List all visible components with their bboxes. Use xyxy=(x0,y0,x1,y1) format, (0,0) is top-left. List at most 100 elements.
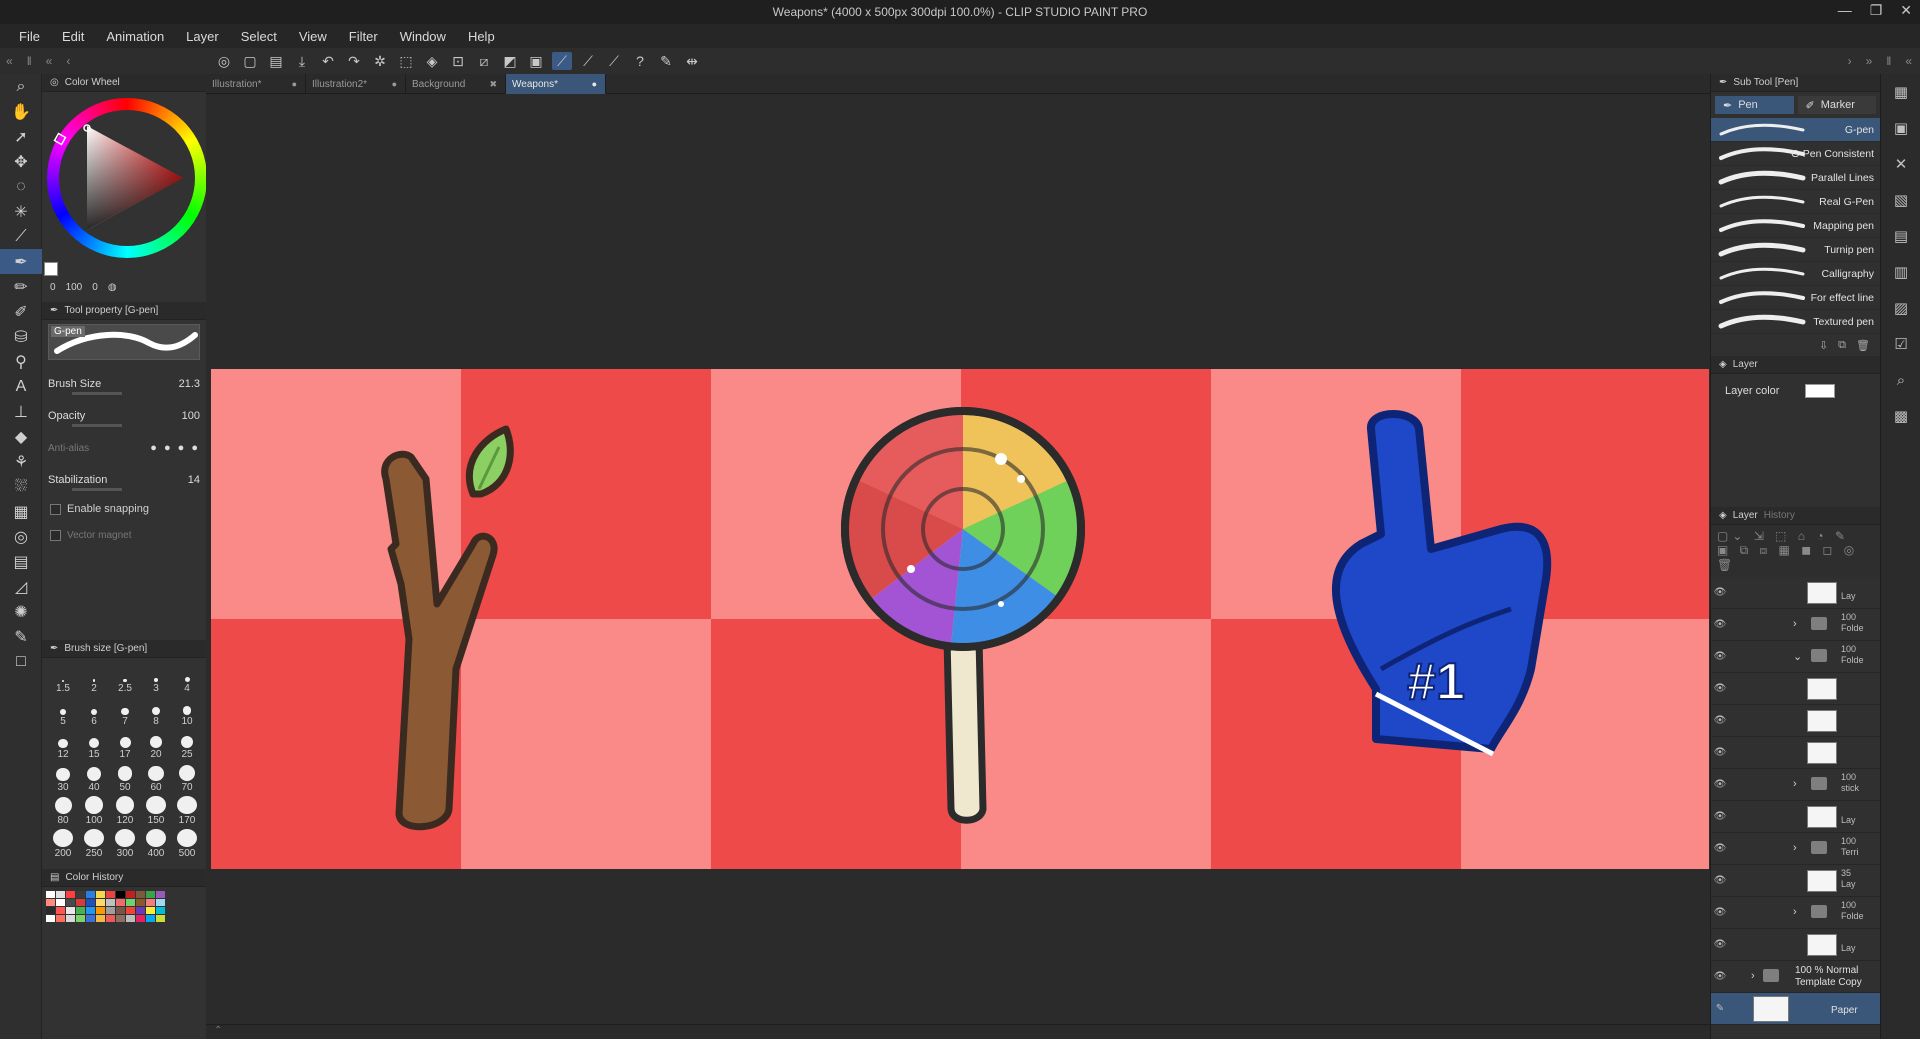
sub-tool-brush-item[interactable]: G-Pen Consistent xyxy=(1711,142,1880,166)
sub-tool-brush-item[interactable]: Mapping pen xyxy=(1711,214,1880,238)
undo-icon[interactable]: ↶ xyxy=(318,52,338,70)
main-color-swatch-icon[interactable]: □ xyxy=(0,649,42,674)
color-history-swatch[interactable] xyxy=(66,907,75,914)
color-history-swatch[interactable] xyxy=(106,907,115,914)
brush-size-preset[interactable]: 1.5 xyxy=(48,664,78,694)
layer-property-tab[interactable]: Layer xyxy=(1733,359,1758,370)
menu-filter[interactable]: Filter xyxy=(338,29,389,44)
brush-size-preset[interactable]: 4 xyxy=(172,664,202,694)
visibility-eye-icon[interactable]: 👁 xyxy=(1711,747,1729,758)
brush-size-preset[interactable]: 60 xyxy=(141,763,171,793)
pen-edit-icon[interactable]: ✎ xyxy=(1711,1003,1729,1014)
expand-folder-icon[interactable]: › xyxy=(1793,778,1797,790)
color-history-swatch[interactable] xyxy=(106,891,115,898)
layer-row[interactable]: 👁 ⌄ 100 Folde xyxy=(1711,641,1881,673)
color-history-swatch[interactable] xyxy=(96,915,105,922)
enable-snapping-checkbox[interactable] xyxy=(50,503,61,515)
color-history-swatch[interactable] xyxy=(76,915,85,922)
item-bank-icon[interactable]: ▤ xyxy=(1881,218,1920,254)
brightness-value[interactable]: 0 xyxy=(92,282,98,293)
brush-size-preset[interactable]: 12 xyxy=(48,730,78,760)
collapse-folder-icon[interactable]: ⌄ xyxy=(1793,650,1802,663)
flip-horizontal-icon[interactable]: ⇹ xyxy=(682,52,702,70)
color-history-swatch[interactable] xyxy=(116,915,125,922)
layer-row[interactable]: 👁 › 100 Folde xyxy=(1711,609,1881,641)
move-layer-tool-icon[interactable]: ✥ xyxy=(0,149,42,174)
clear-icon[interactable]: ✲ xyxy=(370,52,390,70)
redo-icon[interactable]: ↷ xyxy=(344,52,364,70)
color-history-swatch[interactable] xyxy=(146,907,155,914)
brush-size-preset[interactable]: 100 xyxy=(79,796,109,826)
help-icon[interactable]: ? xyxy=(630,52,650,70)
brush-tool-icon[interactable]: ✐ xyxy=(0,299,42,324)
brush-size-preset[interactable]: 5 xyxy=(48,697,78,727)
copy-subtool-icon[interactable]: ⧉ xyxy=(1838,339,1846,352)
visibility-eye-icon[interactable]: 👁 xyxy=(1711,907,1729,918)
paper-layer-row[interactable]: ✎ Paper xyxy=(1711,993,1881,1025)
operation-tool-icon[interactable]: ➚ xyxy=(0,124,42,149)
expand-folder-icon[interactable]: › xyxy=(1751,970,1755,982)
correct-line-tool-icon[interactable]: ✎ xyxy=(0,624,42,649)
blend-tool-icon[interactable]: ⚘ xyxy=(0,449,42,474)
collapse-left-icon[interactable]: « xyxy=(6,54,13,68)
gradient-tool-icon[interactable]: ▦ xyxy=(0,499,42,524)
visibility-eye-icon[interactable]: 👁 xyxy=(1711,843,1729,854)
quick-access-icon[interactable]: ▨ xyxy=(1881,290,1920,326)
delete-subtool-icon[interactable]: 🗑 xyxy=(1856,339,1870,352)
layer-row[interactable]: 👁 › 100 Terri xyxy=(1711,833,1881,865)
visibility-eye-icon[interactable]: 👁 xyxy=(1711,619,1729,630)
color-history-swatch[interactable] xyxy=(106,899,115,906)
color-wheel[interactable] xyxy=(47,98,207,258)
deselect-icon[interactable]: ⧄ xyxy=(474,52,494,70)
brush-size-preset[interactable]: 17 xyxy=(110,730,140,760)
collapse-right-icon[interactable]: » xyxy=(1866,54,1873,68)
color-history-swatch[interactable] xyxy=(146,915,155,922)
brush-size-preset[interactable]: 80 xyxy=(48,796,78,826)
layer-color-swatch[interactable] xyxy=(1805,384,1836,398)
navigator-icon[interactable]: ▦ xyxy=(1881,74,1920,110)
pencil-tool-icon[interactable]: ✏ xyxy=(0,274,42,299)
search-layer-icon[interactable]: ⌕ xyxy=(1881,362,1920,398)
maximize-button[interactable]: ❐ xyxy=(1870,2,1883,19)
menu-animation[interactable]: Animation xyxy=(95,29,175,44)
grid-snap-icon[interactable]: ⟋ xyxy=(604,52,624,70)
color-history-swatch[interactable] xyxy=(46,907,55,914)
decoration-tool-icon[interactable]: ⚲ xyxy=(0,349,42,374)
opacity-value[interactable]: 100 xyxy=(182,410,200,422)
color-history-swatch[interactable] xyxy=(136,891,145,898)
brush-size-preset[interactable]: 170 xyxy=(172,796,202,826)
canvas-area[interactable]: #1 xyxy=(206,94,1710,1039)
ruler-tool-icon[interactable]: ◿ xyxy=(0,574,42,599)
globe-icon[interactable]: ◍ xyxy=(108,282,117,293)
layer-row[interactable]: 👁 Lay xyxy=(1711,801,1881,833)
visibility-eye-icon[interactable]: 👁 xyxy=(1711,651,1729,662)
menu-view[interactable]: View xyxy=(288,29,338,44)
tab-weapons[interactable]: Weapons* ● xyxy=(506,74,606,94)
color-history-swatch[interactable] xyxy=(86,899,95,906)
layer-row[interactable]: 👁 35 Lay xyxy=(1711,865,1881,897)
transform-icon[interactable]: ⬚ xyxy=(396,52,416,70)
brush-size-preset[interactable]: 25 xyxy=(172,730,202,760)
expand-folder-icon[interactable]: › xyxy=(1793,842,1797,854)
frame-tool-icon[interactable]: ▤ xyxy=(0,549,42,574)
chevron-left-icon[interactable]: ‹ xyxy=(66,54,70,68)
magic-wand-tool-icon[interactable]: ✳ xyxy=(0,199,42,224)
visibility-eye-icon[interactable]: 👁 xyxy=(1711,971,1729,982)
visibility-eye-icon[interactable]: 👁 xyxy=(1711,587,1729,598)
save-icon[interactable]: ⤓ xyxy=(292,52,312,70)
color-history-swatch[interactable] xyxy=(136,907,145,914)
lasso-tool-icon[interactable]: ◌ xyxy=(0,174,42,199)
menu-window[interactable]: Window xyxy=(389,29,457,44)
brush-size-preset[interactable]: 20 xyxy=(141,730,171,760)
color-history-swatch[interactable] xyxy=(76,891,85,898)
brush-size-preset[interactable]: 3 xyxy=(141,664,171,694)
layer-tab[interactable]: Layer xyxy=(1733,510,1758,521)
menu-edit[interactable]: Edit xyxy=(51,29,95,44)
color-triangle[interactable] xyxy=(47,98,207,258)
visibility-eye-icon[interactable]: 👁 xyxy=(1711,875,1729,886)
saturation-value[interactable]: 100 xyxy=(66,282,83,293)
color-history-swatch[interactable] xyxy=(86,891,95,898)
sub-tool-brush-item[interactable]: Calligraphy xyxy=(1711,262,1880,286)
brush-size-preset[interactable]: 120 xyxy=(110,796,140,826)
menu-help[interactable]: Help xyxy=(457,29,506,44)
